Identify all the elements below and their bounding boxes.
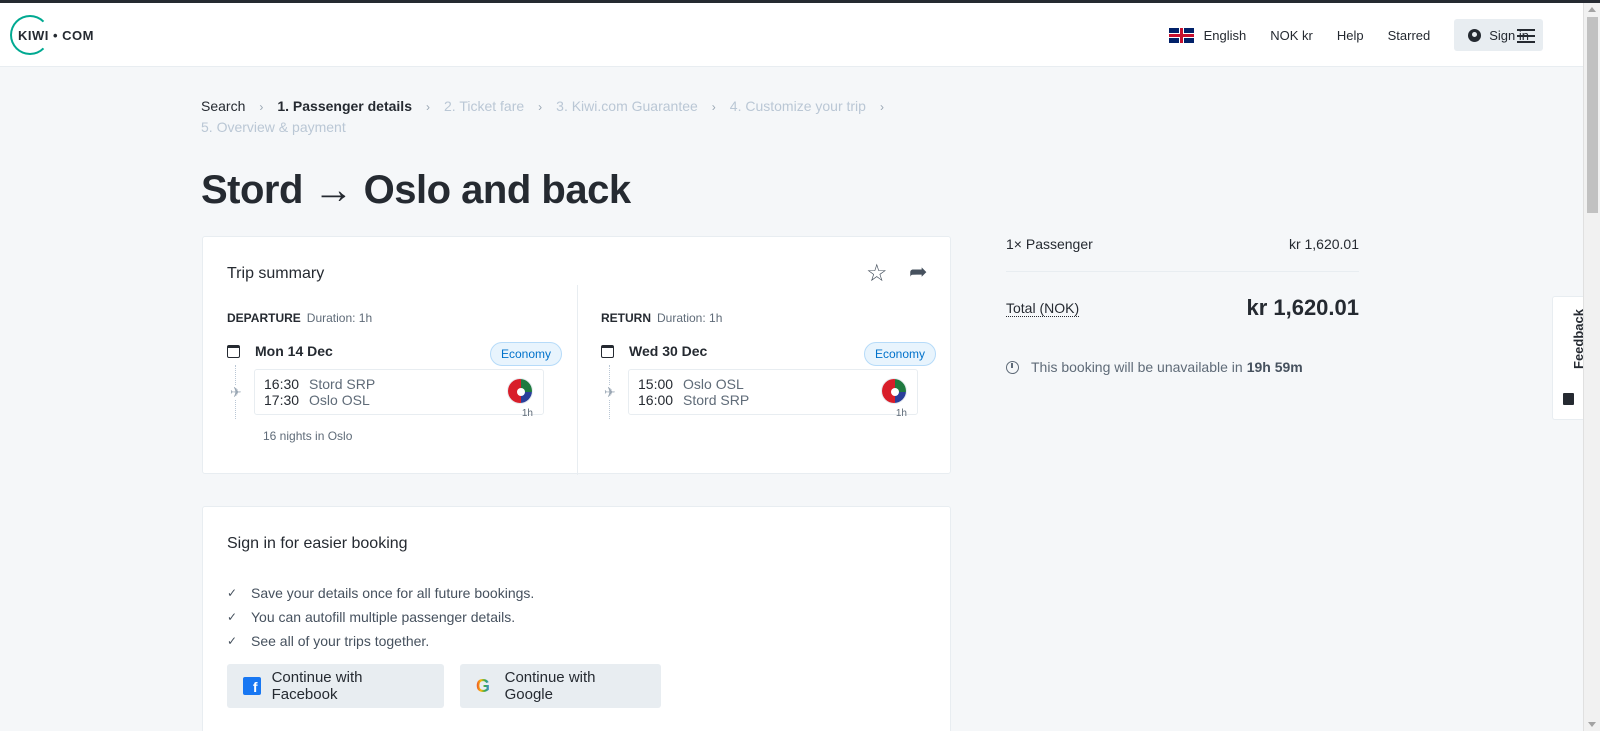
chevron-right-icon: › (259, 100, 264, 114)
chevron-right-icon: › (538, 100, 543, 114)
continue-with-google-button[interactable]: G Continue with Google (460, 664, 661, 708)
flag-uk-icon (1168, 27, 1194, 43)
share-icon[interactable]: ➦ (909, 261, 931, 283)
timer-icon (1006, 360, 1019, 374)
departure-date: Mon 14 Dec (227, 343, 333, 359)
carrier-logo-icon (507, 378, 533, 404)
trip-summary-card: Trip summary ☆ ➦ DEPARTURE Duration: 1h M… (202, 236, 951, 475)
breadcrumb-customize: 4. Customize your trip (729, 98, 866, 114)
departure-leg: DEPARTURE Duration: 1h Mon 14 Dec Economy… (227, 311, 562, 443)
logo-text: KIWI • COM (18, 28, 94, 43)
breadcrumb-passenger-details: 1. Passenger details (277, 98, 412, 114)
check-icon: ✓ (227, 586, 238, 600)
kiwi-logo[interactable]: KIWI • COM (10, 15, 100, 57)
plane-icon: ✈ (604, 384, 616, 400)
page-title: Stord → Oslo and back (201, 168, 631, 212)
timer-text: This booking will be unavailable in (1031, 359, 1243, 375)
google-button-label: Continue with Google (504, 669, 596, 703)
star-icon[interactable]: ☆ (866, 262, 888, 286)
facebook-button-label: Continue with Facebook (271, 669, 363, 703)
return-date: Wed 30 Dec (601, 343, 707, 359)
list-item: ✓ See all of your trips together. (227, 633, 430, 649)
sign-in-card-title: Sign in for easier booking (227, 535, 408, 552)
booking-timer: This booking will be unavailable in 19h … (1006, 359, 1359, 375)
scroll-up-icon[interactable] (1588, 7, 1596, 12)
breadcrumb-search[interactable]: Search (201, 96, 245, 116)
page-scrollbar[interactable] (1583, 3, 1600, 731)
departure-segment[interactable]: 16:30 Stord SRP 17:30 Oslo OSL 1h (254, 369, 544, 419)
sign-in-card: Sign in for easier booking ✓ Save your de… (202, 506, 951, 731)
calendar-icon (601, 344, 614, 358)
segment-duration: 1h (895, 408, 907, 419)
list-item: ✓ Save your details once for all future b… (227, 585, 535, 601)
language-label: English (1203, 27, 1247, 43)
continue-with-facebook-button[interactable]: f Continue with Facebook (227, 664, 444, 708)
chevron-right-icon: › (426, 100, 430, 114)
feedback-tab[interactable]: Feedback (1552, 296, 1586, 420)
scrollbar-thumb[interactable] (1587, 17, 1598, 213)
language-selector[interactable]: English (1168, 27, 1247, 43)
passenger-price: kr 1,620.01 (1288, 236, 1359, 252)
feedback-icon (1563, 393, 1574, 405)
list-item: ✓ You can autofill multiple passenger det… (227, 609, 516, 625)
segment-duration: 1h (521, 408, 533, 419)
leg-divider (577, 285, 578, 475)
passenger-price-row: 1× Passenger kr 1,620.01 (1006, 236, 1359, 252)
starred-link[interactable]: Starred (1388, 28, 1431, 43)
price-divider (1006, 271, 1359, 272)
cabin-badge: Economy (489, 342, 562, 366)
return-leg: RETURN Duration: 1h Wed 30 Dec Economy ✈ … (601, 311, 936, 419)
segment-arrival-row: 17:30 Oslo OSL (264, 392, 370, 408)
breadcrumb: Search › 1. Passenger details › 2. Ticket fa… (201, 96, 921, 137)
total-value: kr 1,620.01 (1246, 295, 1359, 320)
total-label[interactable]: Total (NOK) (1006, 300, 1080, 317)
facebook-icon: f (243, 677, 261, 695)
currency-selector[interactable]: NOK kr (1270, 28, 1313, 43)
plane-icon: ✈ (230, 384, 242, 400)
return-header: RETURN Duration: 1h (601, 311, 723, 325)
passenger-label: 1× Passenger (1006, 236, 1093, 252)
return-segment[interactable]: 15:00 Oslo OSL 16:00 Stord SRP 1h (628, 369, 918, 419)
breadcrumb-overview-payment: 5. Overview & payment (201, 119, 346, 135)
nights-in-destination: 16 nights in Oslo (263, 429, 353, 443)
top-nav: KIWI • COM English NOK kr Help Starred S… (0, 3, 1583, 67)
benefits-list: ✓ Save your details once for all future b… (227, 581, 534, 653)
cabin-badge: Economy (863, 342, 936, 366)
breadcrumb-ticket-fare: 2. Ticket fare (444, 98, 525, 114)
nav-actions: English NOK kr Help Starred Sign in (1145, 18, 1543, 52)
check-icon: ✓ (227, 634, 238, 648)
chevron-right-icon: › (711, 100, 716, 114)
hamburger-icon[interactable] (1517, 29, 1535, 43)
trip-summary-title: Trip summary (227, 265, 325, 282)
segment-departure-row: 15:00 Oslo OSL (638, 376, 744, 392)
carrier-logo-icon (881, 378, 907, 404)
scroll-down-icon[interactable] (1588, 722, 1596, 727)
segment-arrival-row: 16:00 Stord SRP (638, 392, 750, 408)
timer-value: 19h 59m (1246, 359, 1303, 375)
chevron-right-icon: › (879, 100, 884, 114)
segment-departure-row: 16:30 Stord SRP (264, 376, 376, 392)
price-summary: 1× Passenger kr 1,620.01 Total (NOK) kr … (1006, 236, 1359, 375)
check-icon: ✓ (227, 610, 238, 624)
help-link[interactable]: Help (1337, 28, 1364, 43)
calendar-icon (227, 344, 240, 358)
google-icon: G (476, 676, 491, 696)
user-icon (1468, 28, 1482, 42)
total-row: Total (NOK) kr 1,620.01 (1006, 295, 1359, 321)
breadcrumb-guarantee: 3. Kiwi.com Guarantee (556, 98, 698, 114)
departure-header: DEPARTURE Duration: 1h (227, 311, 373, 325)
